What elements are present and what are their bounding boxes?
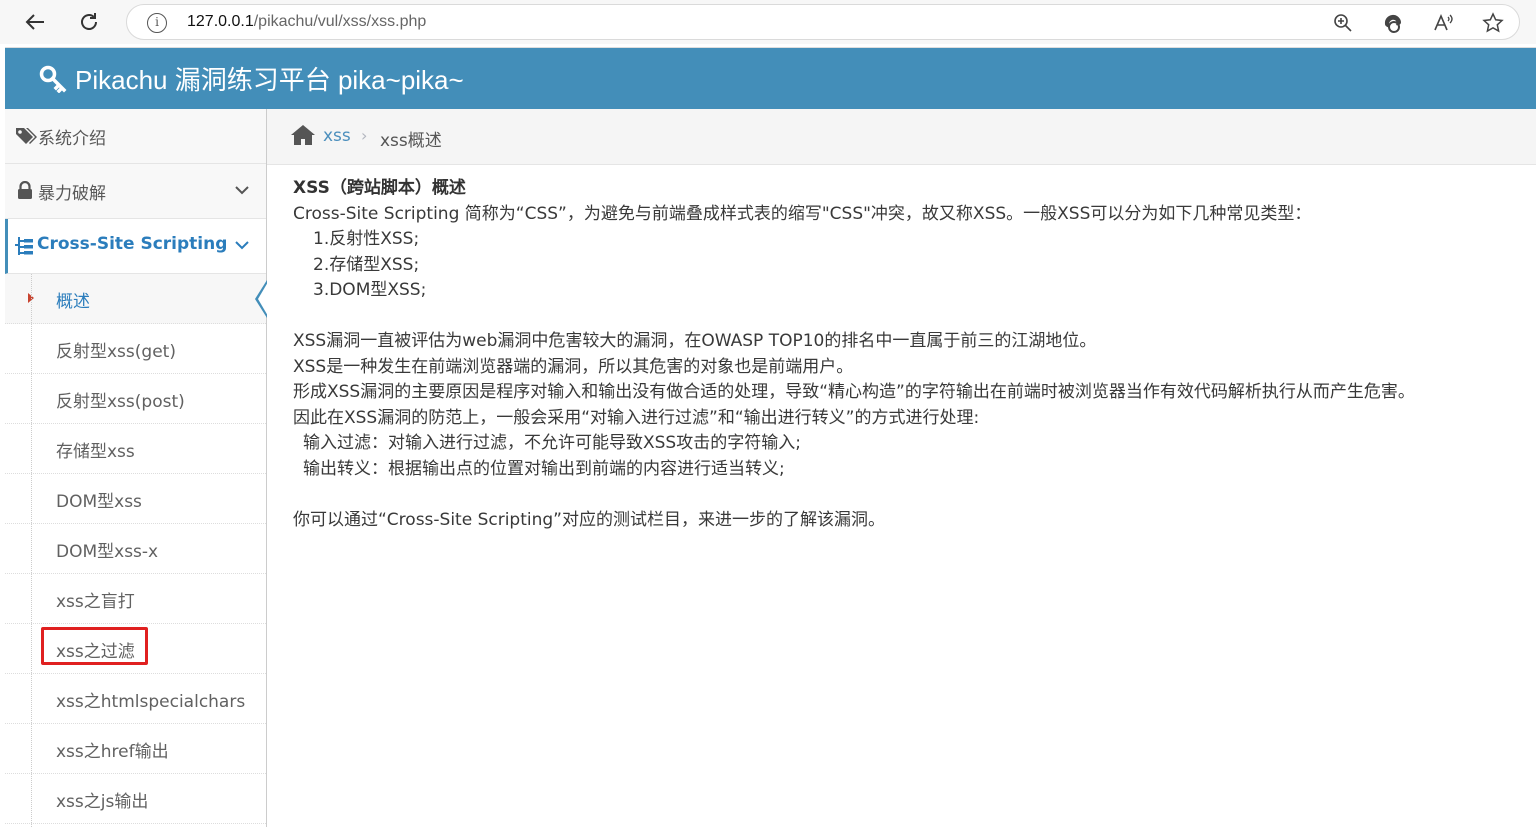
key-icon: [39, 65, 67, 94]
submenu-item-label: 反射型xss(get): [56, 342, 176, 362]
edge-extension-icon[interactable]: [1382, 12, 1404, 34]
content-line: 3.DOM型XSS;: [313, 280, 427, 300]
zoom-icon[interactable]: [1332, 12, 1354, 34]
chevron-down-icon[interactable]: [234, 182, 250, 198]
content-line: 1.反射性XSS;: [313, 229, 420, 249]
submenu-item-label: 存储型xss: [56, 442, 135, 462]
url-text[interactable]: 127.0.0.1/pikachu/vul/xss/xss.php: [187, 13, 426, 31]
xss-submenu: 概述 反射型xss(get) 反射型xss(post) 存储型xss DOM型x…: [5, 274, 268, 827]
reload-icon[interactable]: [74, 7, 104, 37]
tags-icon: [15, 126, 37, 151]
sitemap-icon: [14, 236, 34, 261]
home-icon[interactable]: [290, 124, 316, 146]
content-line: XSS是一种发生在前端浏览器端的漏洞，所以其危害的对象也是前端用户。: [293, 356, 854, 377]
breadcrumb-current: xss概述: [380, 131, 442, 151]
active-indicator-inner: [258, 282, 268, 316]
content-line: 输入过滤：对输入进行过滤，不允许可能导致XSS攻击的字符输入;: [303, 433, 801, 453]
lock-icon: [17, 180, 33, 205]
browser-toolbar: i 127.0.0.1/pikachu/vul/xss/xss.php: [0, 0, 1536, 44]
back-icon[interactable]: [20, 7, 50, 37]
breadcrumb-link-xss[interactable]: xss: [323, 126, 351, 146]
sidebar: 系统介绍 暴力破解 Cross-Site Scripting 概述 反射型xss…: [5, 109, 268, 827]
app-title[interactable]: Pikachu 漏洞练习平台 pika~pika~: [75, 60, 464, 97]
address-bar[interactable]: i 127.0.0.1/pikachu/vul/xss/xss.php: [126, 4, 1520, 40]
sidebar-item-brute-force[interactable]: 暴力破解: [5, 164, 266, 219]
content-line: 形成XSS漏洞的主要原因是程序对输入和输出没有做合适的处理，导致“精心构造”的字…: [293, 382, 1415, 402]
submenu-item-label: xss之js输出: [56, 792, 149, 812]
submenu-item-js-output[interactable]: xss之js输出: [5, 774, 266, 824]
submenu-item-label: xss之盲打: [56, 592, 135, 612]
submenu-item-stored[interactable]: 存储型xss: [5, 424, 266, 474]
submenu-item-label: 概述: [56, 292, 90, 312]
content-line: Cross-Site Scripting 简称为“CSS”，为避免与前端叠成样式…: [293, 203, 1312, 224]
content-line: 你可以通过“Cross-Site Scripting”对应的测试栏目，来进一步的…: [293, 509, 885, 530]
submenu-item-label: 反射型xss(post): [56, 392, 185, 412]
highlight-annotation-box: [41, 627, 148, 665]
sidebar-item-xss[interactable]: Cross-Site Scripting: [5, 219, 266, 274]
submenu-item-dom[interactable]: DOM型xss: [5, 474, 266, 524]
chevron-down-icon[interactable]: [234, 237, 250, 253]
sidebar-item-label: 暴力破解: [38, 184, 106, 204]
read-aloud-icon[interactable]: [1432, 12, 1454, 34]
submenu-item-label: DOM型xss-x: [56, 542, 159, 562]
content-line: 2.存储型XSS;: [313, 254, 420, 275]
breadcrumb-separator: ›: [361, 126, 368, 145]
main-content: XSS（跨站脚本）概述 Cross-Site Scripting 简称为“CSS…: [293, 176, 1513, 533]
submenu-item-blind[interactable]: xss之盲打: [5, 574, 266, 624]
url-path: /pikachu/vul/xss/xss.php: [253, 13, 427, 30]
submenu-item-label: DOM型xss: [56, 492, 142, 512]
sidebar-item-intro[interactable]: 系统介绍: [5, 109, 266, 164]
app-header: Pikachu 漏洞练习平台 pika~pika~: [5, 47, 1536, 109]
submenu-item-htmlspecialchars[interactable]: xss之htmlspecialchars: [5, 674, 266, 724]
url-host: 127.0.0.1: [187, 13, 254, 30]
content-line: XSS漏洞一直被评估为web漏洞中危害较大的漏洞，在OWASP TOP10的排名…: [293, 331, 1097, 351]
favorite-star-icon[interactable]: [1482, 12, 1504, 34]
submenu-item-href-output[interactable]: xss之href输出: [5, 724, 266, 774]
submenu-item-reflected-get[interactable]: 反射型xss(get): [5, 324, 266, 374]
submenu-item-reflected-post[interactable]: 反射型xss(post): [5, 374, 266, 424]
submenu-item-label: xss之htmlspecialchars: [56, 692, 246, 712]
submenu-guide-line: [31, 274, 32, 827]
content-line: 因此在XSS漏洞的防范上，一般会采用“对输入进行过滤”和“输出进行转义”的方式进…: [293, 407, 980, 428]
submenu-item-dom-x[interactable]: DOM型xss-x: [5, 524, 266, 574]
submenu-item-label: xss之href输出: [56, 742, 169, 762]
breadcrumb: xss › xss概述: [267, 109, 1536, 165]
site-info-icon[interactable]: i: [147, 13, 167, 33]
submenu-item-overview[interactable]: 概述: [5, 274, 268, 324]
sidebar-item-label: 系统介绍: [38, 129, 106, 149]
sidebar-item-label: Cross-Site Scripting: [37, 234, 228, 254]
page-title: XSS（跨站脚本）概述: [293, 178, 466, 198]
content-line: 输出转义：根据输出点的位置对输出到前端的内容进行适当转义;: [303, 458, 785, 479]
